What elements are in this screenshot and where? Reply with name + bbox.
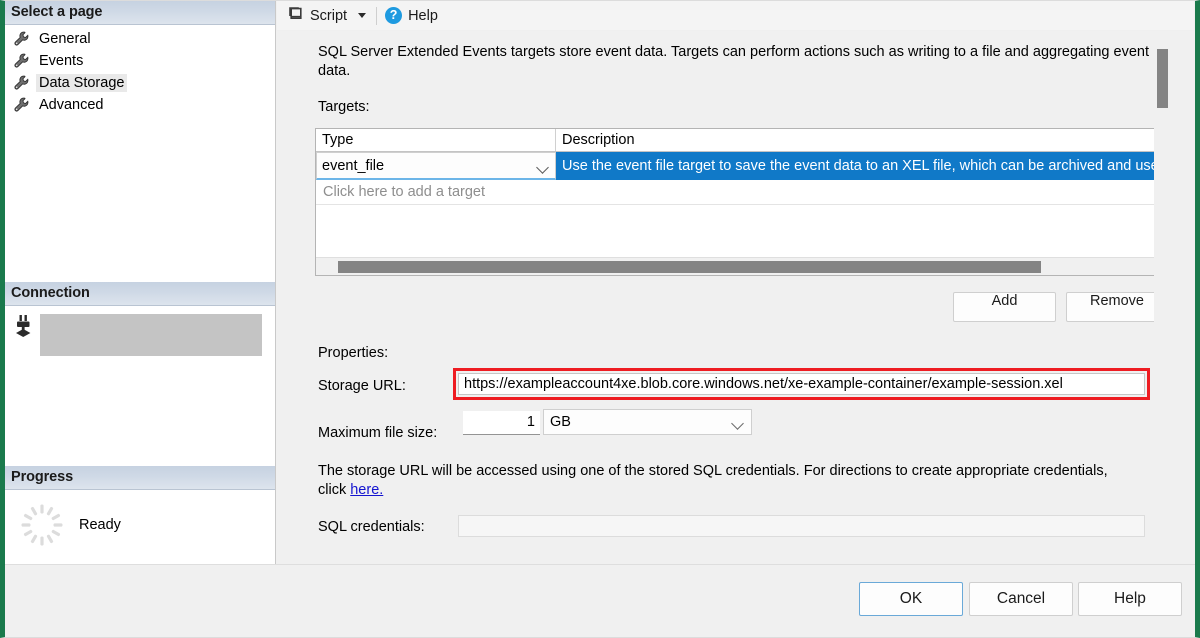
grid-horizontal-scrollbar[interactable]: [316, 257, 1165, 275]
connection-panel: [5, 306, 275, 466]
progress-status-text: Ready: [79, 517, 121, 533]
content-scroll-thumb[interactable]: [1157, 49, 1168, 108]
sidebar-item-data-storage[interactable]: Data Storage: [5, 72, 275, 94]
extended-events-session-dialog: Select a page General E: [0, 0, 1200, 638]
target-description-cell: Use the event file target to save the ev…: [556, 152, 1165, 180]
script-button[interactable]: Script: [286, 4, 366, 28]
wrench-icon: [13, 52, 31, 70]
progress-row: Ready: [5, 490, 275, 548]
targets-label: Targets:: [318, 98, 370, 117]
connection-value-redacted[interactable]: [40, 314, 262, 356]
add-target-row[interactable]: Click here to add a target: [316, 180, 1165, 204]
chevron-down-icon[interactable]: [536, 161, 549, 174]
connection-header: Connection: [5, 282, 275, 306]
targets-grid-header: Type Description: [316, 129, 1165, 152]
sidebar-item-label: General: [36, 30, 94, 48]
toolbar: Script ? Help: [277, 1, 1194, 31]
sql-credentials-label: SQL credentials:: [318, 518, 425, 537]
page-list: General Events Data St: [5, 25, 275, 116]
properties-label: Properties:: [318, 344, 388, 363]
target-type-combobox[interactable]: event_file: [316, 152, 556, 180]
plug-icon: [11, 314, 35, 342]
wrench-icon: [13, 74, 31, 92]
intro-text: SQL Server Extended Events targets store…: [318, 43, 1163, 81]
progress-panel: Ready: [5, 490, 275, 564]
wrench-icon: [13, 96, 31, 114]
cancel-button[interactable]: Cancel: [969, 582, 1073, 616]
credentials-help-link[interactable]: here.: [350, 482, 383, 498]
file-size-unit-select[interactable]: GB: [543, 409, 752, 435]
help-circle-icon: ?: [385, 7, 402, 24]
grid-scroll-thumb[interactable]: [338, 261, 1041, 273]
sidebar-item-label: Data Storage: [36, 74, 127, 92]
dialog-footer: OK Cancel Help: [5, 564, 1195, 637]
add-button[interactable]: Add: [953, 292, 1056, 322]
target-type-value: event_file: [317, 158, 384, 174]
toolbar-separator: [376, 7, 377, 25]
maximum-file-size-label: Maximum file size:: [318, 424, 437, 443]
chevron-down-icon[interactable]: [731, 417, 744, 430]
sidebar-item-general[interactable]: General: [5, 28, 275, 50]
credentials-note: The storage URL will be accessed using o…: [318, 462, 1128, 500]
column-header-type: Type: [316, 129, 556, 151]
help-button[interactable]: ? Help: [385, 4, 438, 28]
spinner-icon: [19, 502, 65, 548]
storage-url-label: Storage URL:: [318, 377, 406, 396]
file-size-unit-value: GB: [550, 414, 571, 430]
storage-url-input[interactable]: https://exampleaccount4xe.blob.core.wind…: [458, 373, 1145, 395]
progress-header: Progress: [5, 466, 275, 490]
ok-button[interactable]: OK: [859, 582, 963, 616]
sidebar: Select a page General E: [5, 1, 276, 564]
content-pane: SQL Server Extended Events targets store…: [277, 32, 1194, 563]
connection-row: [5, 306, 275, 356]
script-icon: [286, 4, 304, 27]
table-row[interactable]: event_file Use the event file target to …: [316, 152, 1165, 180]
script-label: Script: [310, 8, 347, 24]
maximum-file-size-input[interactable]: 1: [463, 411, 540, 435]
chevron-down-icon[interactable]: [358, 13, 366, 18]
grid-empty-area: [316, 204, 1165, 256]
help-button-footer[interactable]: Help: [1078, 582, 1182, 616]
sidebar-item-advanced[interactable]: Advanced: [5, 94, 275, 116]
targets-grid: Type Description event_file Use the even…: [315, 128, 1166, 276]
sql-credentials-input[interactable]: [458, 515, 1145, 537]
credentials-note-text: The storage URL will be accessed using o…: [318, 463, 1108, 498]
help-label: Help: [408, 8, 438, 24]
select-a-page-header: Select a page: [5, 1, 275, 25]
sidebar-item-events[interactable]: Events: [5, 50, 275, 72]
sidebar-item-label: Events: [36, 52, 86, 70]
sidebar-item-label: Advanced: [36, 96, 107, 114]
content-vertical-scrollbar[interactable]: [1154, 32, 1170, 563]
remove-button[interactable]: Remove: [1066, 292, 1168, 322]
column-header-description: Description: [556, 129, 1165, 151]
wrench-icon: [13, 30, 31, 48]
